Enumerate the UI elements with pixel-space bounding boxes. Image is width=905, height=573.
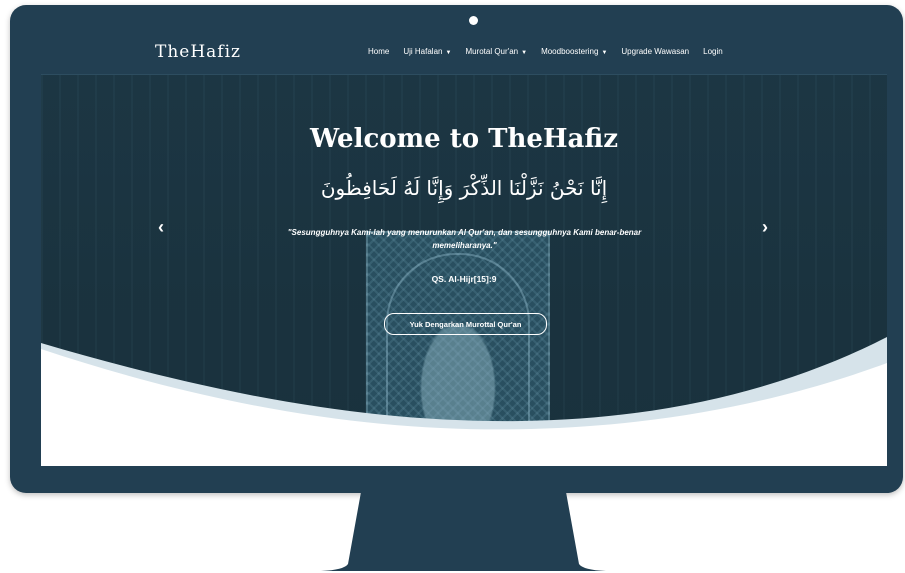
monitor-stand [321, 492, 606, 571]
camera-dot [469, 16, 478, 25]
chevron-left-icon[interactable]: ‹ [158, 217, 164, 238]
verse-citation: QS. Al-Hijr[15]:9 [431, 274, 497, 284]
chevron-right-icon[interactable]: › [762, 217, 768, 238]
hero-viewport: TheHafiz Home Uji Hafalan ▼ Murotal Qur'a… [41, 31, 887, 466]
listen-murottal-button[interactable]: Yuk Dengarkan Murottal Qur'an [384, 313, 547, 335]
verse-translation: "Sesungguhnya Kami-lah yang menurunkan A… [287, 228, 642, 250]
arabic-verse: إِنَّا نَحْنُ نَزَّلْنَا الذِّكْرَ وَإِن… [320, 176, 608, 200]
hero-title: Welcome to TheHafiz [309, 124, 619, 154]
monitor-mockup: TheHafiz Home Uji Hafalan ▼ Murotal Qur'a… [0, 0, 905, 573]
